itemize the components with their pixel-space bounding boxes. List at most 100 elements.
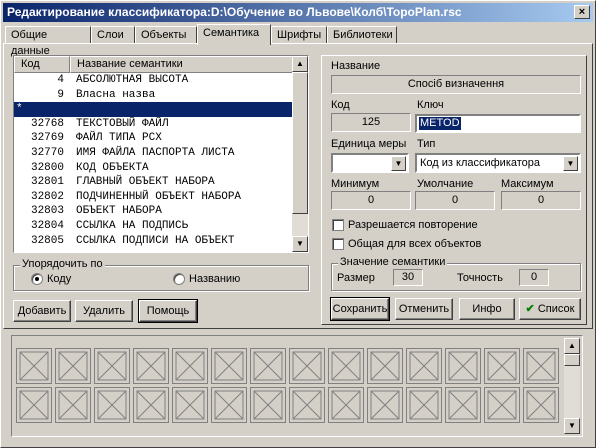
column-header-label: Код xyxy=(21,58,40,70)
tab-general[interactable]: Общие данные xyxy=(5,26,91,57)
symbol-cell[interactable] xyxy=(406,387,442,423)
sort-by-name-radio[interactable] xyxy=(173,273,185,285)
cells-scroll-up-button[interactable]: ▲ xyxy=(564,338,580,354)
tab-semantics[interactable]: Семантика xyxy=(197,24,271,45)
symbol-cell[interactable] xyxy=(406,348,442,384)
list-item[interactable]: 32802 ПОДЧИНЕННЫЙ ОБЪЕКТ НАБОРА xyxy=(14,190,294,205)
arrow-up-icon: ▲ xyxy=(568,341,576,350)
cells-scrollbar[interactable]: ▲ ▼ xyxy=(564,338,580,434)
close-button[interactable]: × xyxy=(574,5,590,19)
symbol-cell[interactable] xyxy=(172,387,208,423)
empty-cell-icon xyxy=(409,351,439,381)
scroll-thumb[interactable] xyxy=(292,72,308,214)
unit-combo[interactable]: ▼ xyxy=(331,153,409,173)
symbol-cell[interactable] xyxy=(445,348,481,384)
list-item[interactable]: * xyxy=(14,102,294,117)
list-item[interactable]: 32805 ССЫЛКА ПОДПИСИ НА ОБЪЕКТ xyxy=(14,234,294,249)
symbol-cell[interactable] xyxy=(289,387,325,423)
save-button[interactable]: Сохранить xyxy=(330,297,390,321)
size-label: Размер xyxy=(337,272,375,284)
chevron-down-icon: ▼ xyxy=(566,159,575,168)
unit-dropdown-button[interactable]: ▼ xyxy=(391,156,406,171)
symbol-cell[interactable] xyxy=(55,348,91,384)
list-item-name: ССЫЛКА ПОДПИСИ НА ОБЪЕКТ xyxy=(76,234,235,247)
scroll-down-button[interactable]: ▼ xyxy=(292,236,308,252)
list-item[interactable]: 32769 ФАЙЛ ТИПА РСХ xyxy=(14,131,294,146)
symbol-cell[interactable] xyxy=(523,387,559,423)
column-header-code[interactable]: Код xyxy=(14,56,70,73)
empty-cell-icon xyxy=(214,351,244,381)
symbol-cell[interactable] xyxy=(523,348,559,384)
empty-cell-icon xyxy=(370,351,400,381)
button-label: Список xyxy=(537,303,575,315)
symbol-cell[interactable] xyxy=(445,387,481,423)
symbol-cell[interactable] xyxy=(484,387,520,423)
title-bar[interactable]: Редактирование классификатора:D:\Обучени… xyxy=(3,3,593,22)
list-item[interactable]: 32804 ССЫЛКА НА ПОДПИСЬ xyxy=(14,219,294,234)
cells-scroll-thumb[interactable] xyxy=(564,354,580,366)
list-item[interactable]: 32801 ГЛАВНЫЙ ОБЪЕКТ НАБОРА xyxy=(14,175,294,190)
tab-layers[interactable]: Слои xyxy=(91,26,135,44)
symbol-cell[interactable] xyxy=(94,348,130,384)
symbol-cell[interactable] xyxy=(367,348,403,384)
repeat-checkbox[interactable] xyxy=(332,219,344,231)
symbol-cell[interactable] xyxy=(172,348,208,384)
common-label[interactable]: Общая для всех объектов xyxy=(348,238,481,250)
default-label: Умолчание xyxy=(417,178,474,190)
list-item-code: 32768 xyxy=(30,117,64,130)
list-item[interactable]: 32800 КОД ОБЪЕКТА xyxy=(14,161,294,176)
list-item[interactable]: 32768 ТЕКСТОВЫЙ ФАЙЛ xyxy=(14,117,294,132)
sort-by-name-label[interactable]: Названию xyxy=(189,273,240,285)
add-button[interactable]: Добавить xyxy=(13,300,71,322)
list-scrollbar[interactable]: ▲ ▼ xyxy=(292,56,308,252)
list-item-name: ОБЪЕКТ НАБОРА xyxy=(76,205,162,218)
symbol-cell[interactable] xyxy=(328,387,364,423)
semantics-list[interactable]: Код Название семантики 4 АБСОЛЮТНАЯ ВЫСОТ… xyxy=(13,55,309,253)
key-label: Ключ xyxy=(417,99,444,111)
type-dropdown-button[interactable]: ▼ xyxy=(563,156,578,171)
list-item-name: ИМЯ ФАЙЛА ПАСПОРТА ЛИСТА xyxy=(76,146,235,159)
symbol-cell[interactable] xyxy=(16,348,52,384)
list-item-code: * xyxy=(16,103,23,116)
symbol-cell[interactable] xyxy=(133,387,169,423)
tab-label: Объекты xyxy=(141,29,187,41)
info-button[interactable]: Инфо xyxy=(459,298,515,320)
tab-libraries[interactable]: Библиотеки xyxy=(327,26,397,44)
symbol-cell[interactable] xyxy=(289,348,325,384)
sort-by-code-label[interactable]: Коду xyxy=(47,273,71,285)
symbol-cell[interactable] xyxy=(250,348,286,384)
scroll-up-button[interactable]: ▲ xyxy=(292,56,308,72)
type-combo[interactable]: Код из классификатора ▼ xyxy=(415,153,581,173)
symbol-cell[interactable] xyxy=(16,387,52,423)
list-item[interactable]: 32803 ОБЪЕКТ НАБОРА xyxy=(14,204,294,219)
tab-objects[interactable]: Объекты xyxy=(135,26,197,44)
common-checkbox[interactable] xyxy=(332,238,344,250)
sort-by-code-radio[interactable] xyxy=(31,273,43,285)
list-item[interactable]: 4 АБСОЛЮТНАЯ ВЫСОТА xyxy=(14,73,294,88)
classifier-editor-window: Редактирование классификатора:D:\Обучени… xyxy=(0,0,596,448)
delete-button[interactable]: Удалить xyxy=(75,300,133,322)
symbol-cell[interactable] xyxy=(328,348,364,384)
key-input[interactable]: METOD xyxy=(415,114,581,133)
symbol-cell[interactable] xyxy=(94,387,130,423)
tab-fonts[interactable]: Шрифты xyxy=(271,26,327,44)
list-button[interactable]: ✔ Список xyxy=(519,298,581,320)
symbol-cell[interactable] xyxy=(484,348,520,384)
help-button[interactable]: Помощь xyxy=(138,299,198,323)
repeat-label[interactable]: Разрешается повторение xyxy=(348,219,478,231)
list-item-code: 32805 xyxy=(30,234,64,247)
symbol-cell[interactable] xyxy=(250,387,286,423)
list-item[interactable]: 32770 ИМЯ ФАЙЛА ПАСПОРТА ЛИСТА xyxy=(14,146,294,161)
symbol-cell[interactable] xyxy=(211,387,247,423)
symbol-cell[interactable] xyxy=(211,348,247,384)
symbol-cell[interactable] xyxy=(367,387,403,423)
cells-scroll-down-button[interactable]: ▼ xyxy=(564,418,580,434)
empty-cell-icon xyxy=(331,390,361,420)
name-field[interactable]: Спосіб визначення xyxy=(331,75,581,94)
symbol-cell[interactable] xyxy=(55,387,91,423)
symbol-cell[interactable] xyxy=(133,348,169,384)
list-item[interactable]: 9 Власна назва xyxy=(14,88,294,103)
column-header-name[interactable]: Название семантики xyxy=(70,56,294,73)
empty-cell-icon xyxy=(370,390,400,420)
cancel-button[interactable]: Отменить xyxy=(395,298,453,320)
